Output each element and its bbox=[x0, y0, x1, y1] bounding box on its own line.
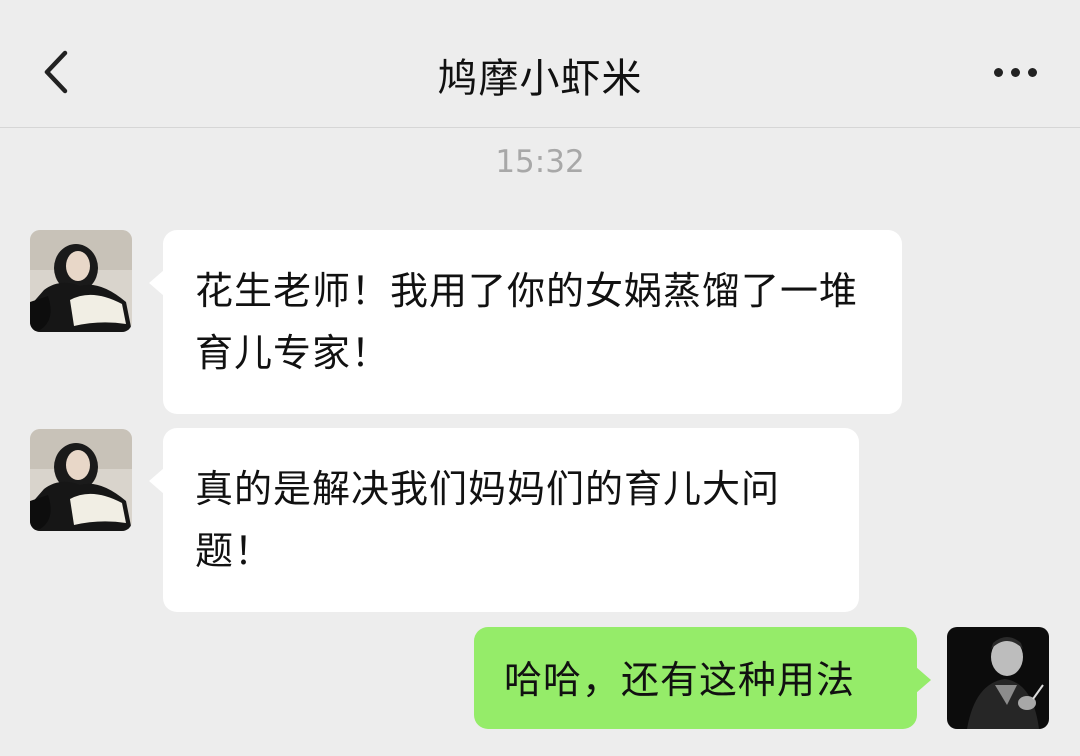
message-text: 花生老师！我用了你的女娲蒸馏了一堆育儿专家！ bbox=[195, 269, 859, 375]
user-avatar[interactable] bbox=[947, 627, 1049, 729]
message-text: 哈哈，还有这种用法 bbox=[504, 658, 856, 702]
chat-screen: 鸠摩小虾米 15:32 花生老师！我用了你的女娲蒸馏了一堆育儿专家！ 真的是解决… bbox=[0, 0, 1080, 756]
message-timestamp: 15:32 bbox=[495, 144, 585, 180]
more-options-button[interactable] bbox=[980, 50, 1050, 94]
incoming-message-bubble[interactable]: 真的是解决我们妈妈们的育儿大问题！ bbox=[149, 428, 859, 612]
chat-title: 鸠摩小虾米 bbox=[437, 56, 643, 102]
more-dots-icon bbox=[993, 67, 1003, 77]
more-dots-icon bbox=[1010, 67, 1020, 77]
outgoing-message-bubble[interactable]: 哈哈，还有这种用法 bbox=[474, 627, 931, 729]
contact-avatar[interactable] bbox=[30, 429, 132, 531]
contact-avatar[interactable] bbox=[30, 230, 132, 332]
message-text: 真的是解决我们妈妈们的育儿大问题！ bbox=[195, 467, 781, 573]
incoming-message-bubble[interactable]: 花生老师！我用了你的女娲蒸馏了一堆育儿专家！ bbox=[149, 230, 902, 414]
chat-header: 鸠摩小虾米 bbox=[0, 0, 1080, 128]
more-dots-icon bbox=[1027, 67, 1037, 77]
